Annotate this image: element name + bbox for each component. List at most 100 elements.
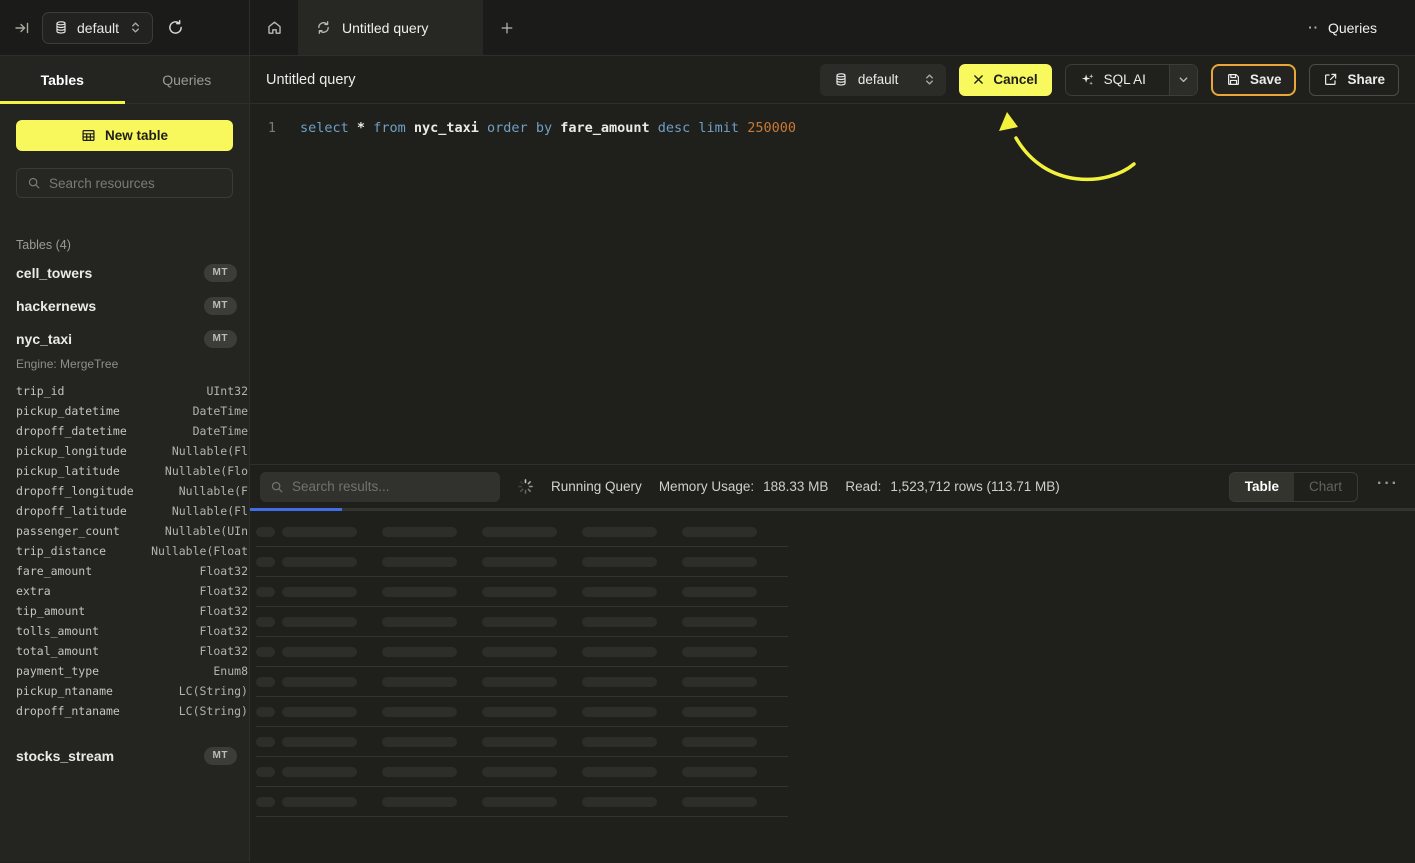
- resource-search[interactable]: [16, 168, 233, 198]
- loading-row: [256, 517, 788, 547]
- tables-list: cell_towers MT hackernews MT nyc_taxi MT Engin…: [0, 256, 249, 772]
- app-frame: Tables Queries New table Tables (4) cell…: [0, 56, 1415, 862]
- search-icon: [27, 176, 41, 190]
- sparkles-icon: [1080, 72, 1095, 87]
- sidebar-content: New table: [0, 104, 249, 214]
- column-row: tolls_amountFloat32: [16, 621, 249, 641]
- sql-ai-dropdown[interactable]: [1169, 65, 1197, 95]
- sql-ai-button[interactable]: SQL AI: [1065, 64, 1198, 96]
- database-selector-top[interactable]: default: [42, 12, 153, 44]
- database-selector-value: default: [77, 20, 119, 36]
- queries-dots-icon: ··: [1308, 21, 1319, 34]
- annotation-arrow: [250, 104, 1415, 464]
- database-selector-value: default: [858, 72, 899, 87]
- header-actions: default Cancel SQL A: [820, 64, 1399, 96]
- sidebar-tab-tables[interactable]: Tables: [0, 56, 125, 103]
- loading-skeleton: [256, 517, 1415, 817]
- read-value: 1,523,712 rows (113.71 MB): [890, 479, 1059, 494]
- memory-usage-label: Memory Usage:: [659, 479, 754, 494]
- engine-badge: MT: [204, 747, 237, 765]
- query-title: Untitled query: [266, 72, 355, 88]
- view-toggle-chart[interactable]: Chart: [1294, 473, 1357, 501]
- loading-row: [256, 577, 788, 607]
- sql-statement: select * from nyc_taxi order by fare_amo…: [300, 119, 796, 138]
- column-row: dropoff_longitudeNullable(F: [16, 481, 249, 501]
- column-row: pickup_datetimeDateTime: [16, 401, 249, 421]
- table-name: cell_towers: [16, 265, 92, 281]
- database-icon: [834, 72, 848, 87]
- results-toolbar: Running Query Memory Usage: 188.33 MB Re…: [250, 464, 1415, 508]
- view-toggle: Table Chart: [1229, 472, 1358, 502]
- new-table-label: New table: [105, 128, 168, 143]
- tables-section-header: Tables (4): [16, 238, 249, 252]
- refresh-icon[interactable]: [167, 19, 184, 36]
- save-label: Save: [1250, 72, 1282, 87]
- chevron-up-down-icon: [130, 21, 141, 34]
- column-row: total_amountFloat32: [16, 641, 249, 661]
- close-icon: [973, 74, 984, 85]
- loading-row: [256, 697, 788, 727]
- cancel-label: Cancel: [993, 72, 1037, 87]
- tab-strip: Untitled query ·· Queries: [250, 0, 1415, 55]
- read-label: Read:: [845, 479, 881, 494]
- code-line: 1 select * from nyc_taxi order by fare_a…: [250, 119, 1415, 138]
- plus-icon: [500, 21, 514, 35]
- cancel-button[interactable]: Cancel: [959, 64, 1051, 96]
- table-item-nyc_taxi[interactable]: nyc_taxi MT: [0, 322, 249, 355]
- more-menu-icon[interactable]: ···: [1375, 475, 1405, 499]
- queries-link[interactable]: ·· Queries: [1308, 0, 1377, 55]
- column-row: trip_idUInt32: [16, 381, 249, 401]
- table-name: hackernews: [16, 298, 96, 314]
- query-header: Untitled query default Cancel: [250, 56, 1415, 104]
- table-item-stocks_stream[interactable]: stocks_stream MT: [0, 739, 249, 772]
- collapse-sidebar-icon[interactable]: [14, 20, 30, 36]
- results-search[interactable]: [260, 472, 500, 502]
- view-toggle-table[interactable]: Table: [1230, 473, 1294, 501]
- table-name: stocks_stream: [16, 748, 114, 764]
- column-row: pickup_longitudeNullable(Fl: [16, 441, 249, 461]
- loading-row: [256, 637, 788, 667]
- loading-row: [256, 787, 788, 817]
- home-tab[interactable]: [250, 0, 298, 55]
- column-row: pickup_latitudeNullable(Flo: [16, 461, 249, 481]
- new-table-button[interactable]: New table: [16, 120, 233, 151]
- main-panel: Untitled query default Cancel: [250, 56, 1415, 862]
- loading-row: [256, 607, 788, 637]
- new-tab-button[interactable]: [483, 0, 531, 55]
- results-table: [250, 511, 1415, 862]
- results-search-input[interactable]: [292, 479, 490, 494]
- query-status: Running Query: [551, 479, 642, 494]
- table-item-hackernews[interactable]: hackernews MT: [0, 289, 249, 322]
- table-name: nyc_taxi: [16, 331, 72, 347]
- save-icon: [1226, 72, 1241, 87]
- save-button[interactable]: Save: [1211, 64, 1297, 96]
- engine-badge: MT: [204, 330, 237, 348]
- sidebar-tab-queries[interactable]: Queries: [125, 56, 250, 103]
- engine-badge: MT: [204, 297, 237, 315]
- query-running-icon: [316, 20, 331, 35]
- line-number: 1: [250, 119, 276, 138]
- loading-spinner-icon: [517, 478, 534, 495]
- read-stat: Read: 1,523,712 rows (113.71 MB): [845, 479, 1059, 494]
- resource-search-input[interactable]: [49, 176, 222, 191]
- home-icon: [266, 19, 283, 36]
- engine-label: Engine: MergeTree: [0, 355, 249, 379]
- column-row: pickup_ntanameLC(String): [16, 681, 249, 701]
- column-row: extraFloat32: [16, 581, 249, 601]
- tab-label: Untitled query: [342, 20, 428, 36]
- columns-list: trip_idUInt32pickup_datetimeDateTimedrop…: [0, 379, 249, 731]
- column-row: fare_amountFloat32: [16, 561, 249, 581]
- table-icon: [81, 128, 96, 143]
- column-row: dropoff_datetimeDateTime: [16, 421, 249, 441]
- engine-badge: MT: [204, 264, 237, 282]
- topbar-left: default: [0, 0, 250, 55]
- sql-editor[interactable]: 1 select * from nyc_taxi order by fare_a…: [250, 104, 1415, 464]
- database-icon: [54, 20, 68, 35]
- database-selector-query[interactable]: default: [820, 64, 947, 96]
- sidebar: Tables Queries New table Tables (4) cell…: [0, 56, 250, 862]
- sql-ai-main[interactable]: SQL AI: [1066, 65, 1160, 95]
- share-button[interactable]: Share: [1309, 64, 1399, 96]
- column-row: payment_typeEnum8: [16, 661, 249, 681]
- tab-untitled-query[interactable]: Untitled query: [298, 0, 483, 55]
- table-item-cell_towers[interactable]: cell_towers MT: [0, 256, 249, 289]
